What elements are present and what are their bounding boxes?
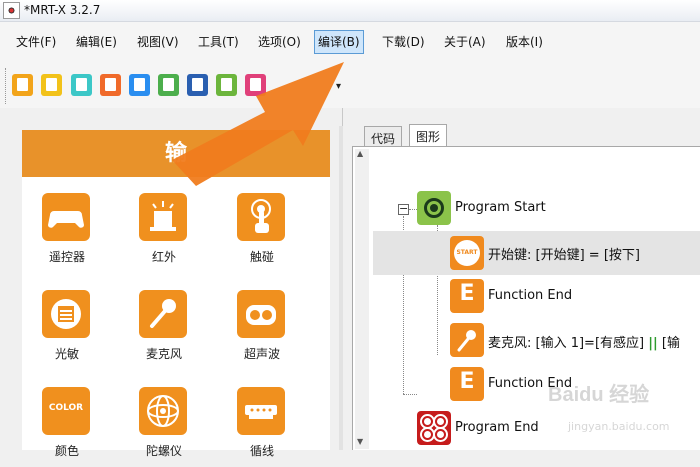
microphone-icon [450,323,484,357]
palette-label: 颜色 [54,444,79,458]
clipboard-icon[interactable] [216,74,237,96]
palette-item-light[interactable]: 光敏 [27,290,107,370]
palette-item-line[interactable]: 循线 [222,387,302,467]
palette-label: 触碰 [249,250,274,264]
light-sensor-icon [42,290,90,338]
infrared-icon [139,193,187,241]
block-label: 开始键: [开始键] = [按下] [488,248,640,263]
microphone-icon [139,290,187,338]
toolbar: ▾ [0,64,700,108]
color-icon-text: COLOR [48,403,84,413]
start-badge: START [454,240,480,266]
watermark-url: jingyan.baidu.com [568,420,670,433]
menu-bar: 文件(F) 编辑(E) 视图(V) 工具(T) 选项(O) 编译(B) 下载(D… [0,22,700,64]
block-function-end[interactable]: E Function End [373,275,700,317]
function-end-icon: E [450,279,484,313]
document-icon[interactable] [158,74,179,96]
palette-scrollbar[interactable] [339,126,343,450]
ultrasonic-icon [237,290,285,338]
block-label: Program Start [455,200,546,215]
palette-header[interactable]: 输 [22,130,330,177]
block-start-key[interactable]: START 开始键: [开始键] = [按下] [373,231,700,275]
copy-icon[interactable] [187,74,208,96]
palette-item-remote[interactable]: 遥控器 [27,193,107,273]
menu-options[interactable]: 选项(O) [254,30,305,54]
menu-version[interactable]: 版本(I) [502,30,547,54]
palette-panel: 输 遥控器 红外 触碰 光敏 麦克风 超声波 COLOR 颜色 陀螺仪 循线 [0,108,343,458]
palette-label: 麦克风 [145,347,182,361]
block-program-start[interactable]: Program Start [373,187,700,229]
palette-label: 红外 [151,250,176,264]
palette-item-mic[interactable]: 麦克风 [124,290,204,370]
watermark: Baidu 经验 jingyan.baidu.com [548,378,698,448]
function-end-icon: E [450,367,484,401]
program-start-icon [417,191,451,225]
palette-label: 超声波 [243,347,280,361]
palette-item-color[interactable]: COLOR 颜色 [27,387,107,467]
gyroscope-icon [139,387,187,435]
e-glyph: E [459,281,475,306]
menu-view[interactable]: 视图(V) [133,30,183,54]
tab-graph[interactable]: 图形 [409,124,448,147]
palette-label: 陀螺仪 [145,444,182,458]
window-title: *MRT-X 3.2.7 [24,3,101,17]
touch-icon [237,193,285,241]
menu-compile[interactable]: 编译(B) [314,30,364,54]
palette-item-touch[interactable]: 触碰 [222,193,302,273]
block-microphone[interactable]: 麦克风: [输入 1]=[有感应] || [输 [373,319,700,361]
e-glyph: E [459,369,475,394]
import-icon[interactable] [100,74,121,96]
block-label: 麦克风: [输入 1]=[有感应] || [输 [488,336,680,351]
input-palette: 输 遥控器 红外 触碰 光敏 麦克风 超声波 COLOR 颜色 陀螺仪 循线 [22,130,330,458]
scroll-up-icon[interactable]: ▲ [357,149,363,158]
watermark-logo: Baidu 经验 [548,384,650,406]
canvas-scrollbar[interactable]: ▲ ▼ [355,149,369,449]
palette-label: 光敏 [54,347,79,361]
palette-label: 遥控器 [48,250,85,264]
new-file-icon[interactable] [12,74,33,96]
block-label: Function End [488,288,573,303]
color-sensor-icon: COLOR [42,387,90,435]
open-folder-icon[interactable] [41,74,62,96]
app-icon[interactable] [3,2,20,19]
palette-item-ultrasonic[interactable]: 超声波 [222,290,302,370]
menu-download[interactable]: 下载(D) [378,30,429,54]
program-end-icon [417,411,451,445]
toolbar-dropdown-icon[interactable]: ▾ [336,81,346,92]
menu-file[interactable]: 文件(F) [12,30,60,54]
export-icon[interactable] [129,74,150,96]
menu-edit[interactable]: 编辑(E) [72,30,121,54]
block-label: Program End [455,420,539,435]
menu-about[interactable]: 关于(A) [440,30,490,54]
palette-item-gyro[interactable]: 陀螺仪 [124,387,204,467]
start-button-icon: START [450,236,484,270]
save-icon[interactable] [71,74,92,96]
toolbar-grip[interactable] [5,68,8,104]
gamepad-icon [42,193,90,241]
title-bar: *MRT-X 3.2.7 [0,0,700,22]
menu-tools[interactable]: 工具(T) [194,30,243,54]
palette-item-infrared[interactable]: 红外 [124,193,204,273]
palette-label: 循线 [249,444,274,458]
tab-code[interactable]: 代码 [364,126,403,147]
extra-icon[interactable] [245,74,266,96]
scroll-down-icon[interactable]: ▼ [357,437,363,446]
line-tracker-icon [237,387,285,435]
